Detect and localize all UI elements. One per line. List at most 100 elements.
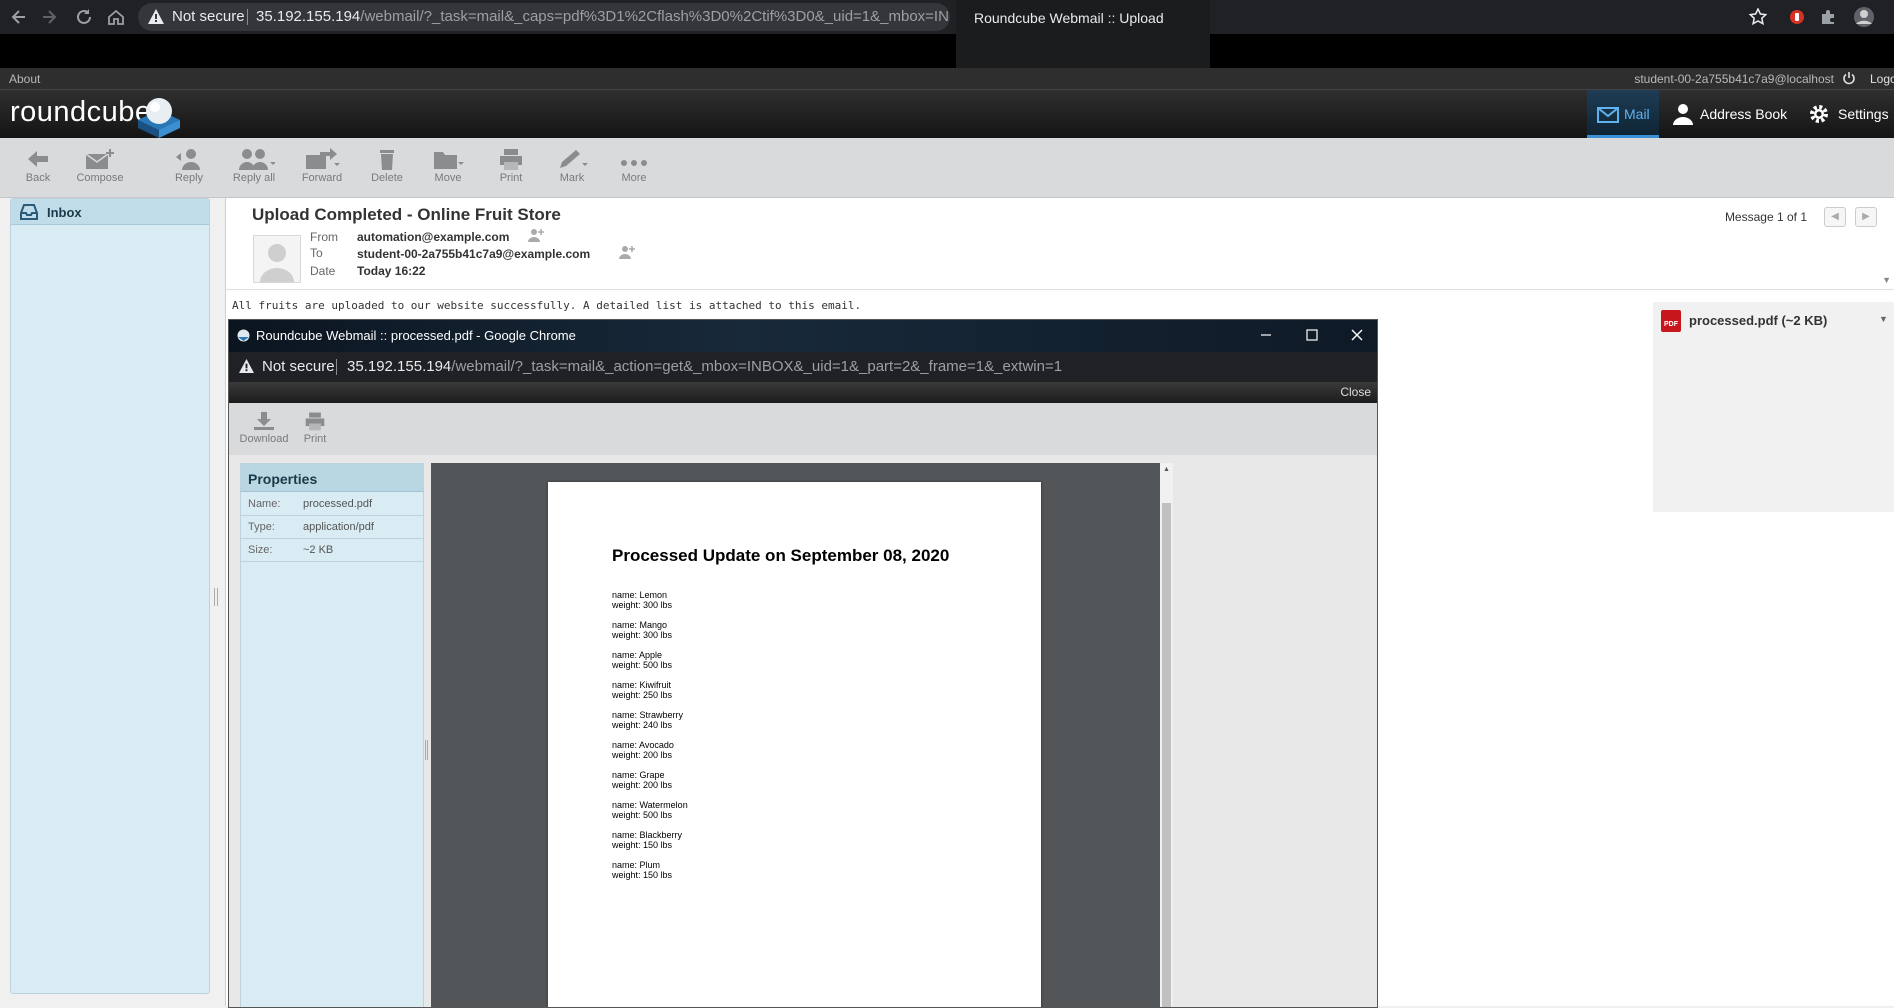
about-link[interactable]: About: [9, 72, 40, 86]
message-header: Upload Completed - Online Fruit Store Fr…: [226, 198, 1894, 290]
back-icon: [28, 151, 48, 167]
fruit-weight: weight: 500 lbs: [612, 810, 673, 820]
from-address[interactable]: automation@example.com: [357, 230, 509, 244]
to-label: To: [310, 246, 323, 260]
puzzle-icon[interactable]: [1820, 9, 1836, 25]
fruit-weight: weight: 250 lbs: [612, 690, 673, 700]
back-button[interactable]: Back: [10, 148, 66, 196]
reload-icon[interactable]: [73, 6, 95, 28]
add-contact-icon[interactable]: [619, 245, 635, 259]
browser-tab-popup[interactable]: Roundcube Webmail :: Upload: [956, 0, 1210, 68]
previous-message-button[interactable]: ◀: [1824, 207, 1846, 227]
forward-icon: [306, 148, 340, 169]
popup-rc-topbar: Close: [229, 382, 1377, 403]
next-message-button[interactable]: ▶: [1855, 207, 1877, 227]
expand-header-icon[interactable]: ▼: [1882, 275, 1891, 285]
nav-address-book[interactable]: Address Book: [1700, 106, 1787, 122]
url-text[interactable]: 35.192.155.194/webmail/?_task=mail&_caps…: [256, 8, 950, 25]
forward-arrow-icon[interactable]: [38, 6, 60, 28]
extension-icon[interactable]: [1789, 9, 1805, 25]
forward-button[interactable]: Forward: [294, 148, 350, 196]
fruit-name: name: Strawberry: [612, 710, 684, 720]
fruit-weight: weight: 150 lbs: [612, 870, 673, 880]
popup-close-link[interactable]: Close: [1340, 385, 1371, 399]
popup-url-host: 35.192.155.194: [347, 358, 452, 375]
fruit-weight: weight: 300 lbs: [612, 600, 673, 610]
folder-list: Inbox: [10, 198, 210, 994]
back-label: Back: [25, 172, 51, 184]
security-label[interactable]: Not secure: [172, 8, 245, 25]
logout-link[interactable]: Logout: [1870, 72, 1894, 86]
move-button[interactable]: Move: [420, 148, 476, 196]
bookmark-star-icon[interactable]: [1749, 8, 1767, 26]
more-label: More: [621, 172, 647, 184]
fruit-name: name: Watermelon: [612, 800, 688, 810]
move-label: Move: [434, 172, 462, 184]
reply-label: Reply: [174, 172, 204, 184]
fruit-weight: weight: 240 lbs: [612, 720, 673, 730]
popup-print-label: Print: [303, 433, 327, 445]
power-icon[interactable]: [1842, 71, 1856, 85]
profile-avatar-icon[interactable]: [1853, 6, 1875, 28]
back-arrow-icon[interactable]: [8, 6, 30, 28]
delete-label: Delete: [371, 172, 403, 184]
scrollbar-thumb[interactable]: [1162, 503, 1171, 1007]
splitter-handle[interactable]: [214, 588, 218, 606]
print-label: Print: [499, 172, 523, 184]
property-value: application/pdf: [303, 521, 374, 533]
popup-titlebar: Roundcube Webmail :: processed.pdf - Goo…: [229, 320, 1377, 352]
compose-button[interactable]: Compose: [72, 148, 128, 196]
reply-button[interactable]: Reply: [161, 148, 217, 196]
nav-settings[interactable]: Settings: [1838, 106, 1889, 122]
envelope-icon: [1597, 107, 1619, 123]
home-icon[interactable]: [105, 6, 127, 28]
pdf-scrollbar[interactable]: ▲: [1160, 463, 1173, 1007]
person-icon[interactable]: [1673, 103, 1693, 125]
popup-security-label[interactable]: Not secure: [262, 358, 335, 375]
print-button[interactable]: Print: [483, 148, 539, 196]
nav-mail[interactable]: Mail: [1587, 90, 1659, 138]
popup-url[interactable]: 35.192.155.194/webmail/?_task=mail&_acti…: [347, 358, 1062, 375]
window-close-icon[interactable]: [1350, 328, 1364, 342]
mark-button[interactable]: Mark: [544, 148, 600, 196]
splitter-handle[interactable]: [425, 740, 428, 760]
address-bar[interactable]: Not secure 35.192.155.194/webmail/?_task…: [138, 3, 950, 31]
reply-all-button[interactable]: Reply all: [222, 148, 286, 196]
trash-icon: [380, 150, 394, 170]
attachment-menu-icon[interactable]: ▼: [1879, 314, 1888, 324]
property-key: Type:: [248, 521, 275, 533]
divider: [336, 359, 337, 375]
compose-icon: [85, 149, 114, 169]
minimize-icon[interactable]: [1259, 328, 1273, 342]
property-row: Type: application/pdf: [241, 516, 423, 539]
scroll-up-icon[interactable]: ▲: [1163, 466, 1170, 473]
browser-toolbar: Not secure 35.192.155.194/webmail/?_task…: [0, 0, 1894, 34]
properties-panel: Properties Name: processed.pdf Type: app…: [240, 463, 424, 1007]
fruit-weight: weight: 150 lbs: [612, 840, 673, 850]
folder-inbox[interactable]: Inbox: [11, 199, 209, 225]
printer-icon: [500, 149, 522, 170]
compose-label: Compose: [76, 172, 124, 184]
add-contact-icon[interactable]: [528, 228, 544, 242]
fruit-name: name: Apple: [612, 650, 663, 660]
message-subject: Upload Completed - Online Fruit Store: [252, 205, 561, 224]
warning-icon: [239, 359, 254, 373]
popup-print-button[interactable]: Print: [293, 411, 337, 459]
more-button[interactable]: More: [606, 148, 662, 196]
popup-address-bar[interactable]: Not secure 35.192.155.194/webmail/?_task…: [229, 352, 1377, 382]
pdf-viewer[interactable]: Processed Update on September 08, 2020 n…: [431, 463, 1173, 1007]
attachment-link[interactable]: processed.pdf (~2 KB): [1689, 313, 1827, 328]
download-button[interactable]: Download: [239, 411, 289, 459]
username: student-00-2a755b41c7a9@localhost: [1634, 72, 1834, 86]
property-value: processed.pdf: [303, 498, 373, 510]
roundcube-logo-icon: [134, 94, 184, 138]
sender-avatar: [253, 235, 301, 283]
maximize-icon[interactable]: [1305, 328, 1319, 342]
popup-title: Roundcube Webmail :: processed.pdf - Goo…: [256, 328, 576, 343]
mark-label: Mark: [559, 172, 585, 184]
download-label: Download: [239, 433, 289, 445]
gear-icon[interactable]: [1808, 103, 1830, 125]
delete-button[interactable]: Delete: [359, 148, 415, 196]
reply-icon: [176, 149, 200, 170]
to-address[interactable]: student-00-2a755b41c7a9@example.com: [357, 247, 590, 261]
